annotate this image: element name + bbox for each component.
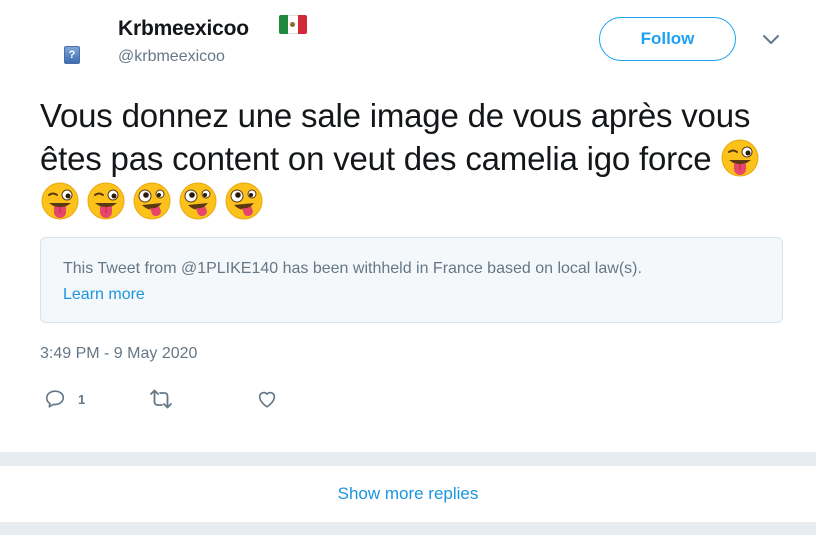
flag-mexico-icon xyxy=(279,15,307,34)
reply-count: 1 xyxy=(78,391,86,407)
bottom-divider xyxy=(0,522,816,535)
show-more-row: Show more replies xyxy=(0,466,816,522)
broken-image-icon: ? xyxy=(64,46,80,64)
retweet-button[interactable] xyxy=(148,386,174,412)
tweet-text-content: Vous donnez une sale image de vous après… xyxy=(40,97,751,177)
reply-icon xyxy=(45,390,65,408)
tweet-timestamp[interactable]: 3:49 PM - 9 May 2020 xyxy=(40,345,197,363)
heart-icon xyxy=(258,391,276,408)
tweet-text: Vous donnez une sale image de vous après… xyxy=(40,94,780,223)
learn-more-link[interactable]: Learn more xyxy=(63,286,145,304)
author-display-name[interactable]: Krbmeexicoo xyxy=(118,17,249,41)
zany-face-emoji xyxy=(225,182,263,220)
reply-button[interactable]: 1 xyxy=(44,386,85,412)
face-with-tongue-wink-emoji xyxy=(721,139,759,177)
zany-face-emoji xyxy=(133,182,171,220)
chevron-down-icon[interactable] xyxy=(762,33,780,47)
section-divider xyxy=(0,452,816,466)
retweet-icon xyxy=(150,389,172,409)
like-button[interactable] xyxy=(256,386,278,412)
face-with-tongue-wink-emoji xyxy=(87,182,125,220)
face-with-tongue-wink-emoji xyxy=(41,182,79,220)
avatar[interactable]: ? xyxy=(40,16,100,76)
withheld-message: This Tweet from @1PLIKE140 has been with… xyxy=(63,260,642,277)
follow-button[interactable]: Follow xyxy=(599,17,736,61)
withheld-notice: This Tweet from @1PLIKE140 has been with… xyxy=(40,237,783,323)
show-more-replies-link[interactable]: Show more replies xyxy=(338,484,479,504)
tweet: ? Krbmeexicoo @krbmeexicoo Follow Vous d… xyxy=(0,0,816,452)
author-handle[interactable]: @krbmeexicoo xyxy=(118,48,225,66)
zany-face-emoji xyxy=(179,182,217,220)
